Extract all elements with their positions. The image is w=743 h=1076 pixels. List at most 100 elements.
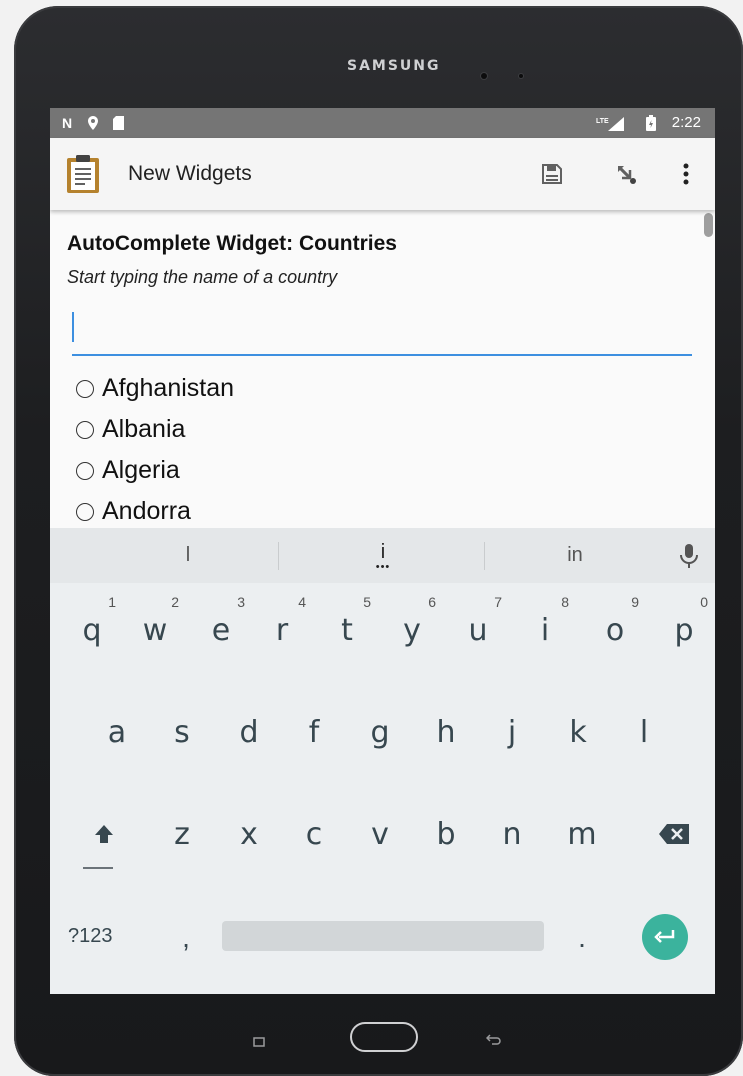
key-u[interactable]: u7 xyxy=(446,594,510,664)
key-a[interactable]: a xyxy=(85,698,149,766)
key-hint: 2 xyxy=(171,594,179,610)
key-hint: 1 xyxy=(108,594,116,610)
key-w[interactable]: w2 xyxy=(123,594,187,664)
question-hint: Start typing the name of a country xyxy=(67,267,338,287)
sd-card-icon xyxy=(112,114,124,132)
key-m[interactable]: m xyxy=(550,800,614,868)
option-label: Afghanistan xyxy=(102,374,235,402)
option-andorra[interactable]: Andorra xyxy=(76,491,234,532)
suggestion-1[interactable]: l xyxy=(108,528,268,583)
recent-apps-icon[interactable] xyxy=(253,1034,265,1047)
text-caret xyxy=(72,312,74,342)
home-button[interactable] xyxy=(350,1022,418,1052)
key-k[interactable]: k xyxy=(546,698,610,766)
question-content: AutoComplete Widget: Countries Start typ… xyxy=(50,210,715,528)
battery-icon xyxy=(646,114,656,132)
key-hint: 4 xyxy=(298,594,306,610)
enter-icon xyxy=(654,930,675,943)
key-o[interactable]: o9 xyxy=(583,594,647,664)
sensor-icon xyxy=(519,74,523,78)
status-bar: N LTE 2:22 xyxy=(50,108,715,138)
option-algeria[interactable]: Algeria xyxy=(76,450,234,491)
more-suggestions-icon: ••• xyxy=(375,561,391,573)
key-f[interactable]: f xyxy=(282,698,346,766)
key-hint: 9 xyxy=(631,594,639,610)
soft-keyboard: l i ••• in q1w2e3r4t5y6u7i8o9p0 asdfghjk… xyxy=(50,528,715,994)
suggestion-3[interactable]: in xyxy=(495,528,655,583)
scrollbar[interactable] xyxy=(704,213,713,237)
radio-button[interactable] xyxy=(76,420,94,439)
app-bar: New Widgets xyxy=(50,138,715,210)
symbols-key[interactable]: ?123 xyxy=(68,902,138,970)
key-label: q xyxy=(82,612,102,648)
key-h[interactable]: h xyxy=(414,698,478,766)
key-y[interactable]: y6 xyxy=(380,594,444,664)
question-title: AutoComplete Widget: Countries xyxy=(67,232,397,255)
key-r[interactable]: r4 xyxy=(250,594,314,664)
key-label: w xyxy=(142,612,168,648)
key-label: r xyxy=(275,612,289,648)
options-list: Afghanistan Albania Algeria Andorra xyxy=(76,368,234,532)
autocomplete-input[interactable] xyxy=(72,308,692,356)
key-i[interactable]: i8 xyxy=(513,594,577,664)
backspace-icon xyxy=(659,824,689,844)
save-button[interactable] xyxy=(536,158,568,190)
key-e[interactable]: e3 xyxy=(189,594,253,664)
key-hint: 7 xyxy=(494,594,502,610)
more-icon xyxy=(683,163,689,185)
shift-key[interactable] xyxy=(76,800,132,868)
save-icon xyxy=(542,164,562,184)
key-x[interactable]: x xyxy=(217,800,281,868)
key-z[interactable]: z xyxy=(150,800,214,868)
n-icon: N xyxy=(62,115,73,131)
suggestion-divider xyxy=(484,542,485,570)
device-screen: N LTE 2:22 New Widgets AutoComplete Widg… xyxy=(50,108,715,994)
key-t[interactable]: t5 xyxy=(315,594,379,664)
backspace-key[interactable] xyxy=(646,800,702,868)
back-icon[interactable] xyxy=(485,1033,502,1045)
camera-icon xyxy=(481,73,487,79)
option-label: Algeria xyxy=(102,456,180,484)
radio-button[interactable] xyxy=(76,502,94,521)
key-q[interactable]: q1 xyxy=(60,594,124,664)
option-afghanistan[interactable]: Afghanistan xyxy=(76,368,234,409)
comma-key[interactable]: , xyxy=(166,902,206,974)
period-key[interactable]: . xyxy=(562,902,602,974)
go-to-icon xyxy=(618,166,636,184)
key-d[interactable]: d xyxy=(217,698,281,766)
key-p[interactable]: p0 xyxy=(652,594,715,664)
key-hint: 5 xyxy=(363,594,371,610)
mic-icon[interactable] xyxy=(678,543,700,569)
status-time: 2:22 xyxy=(671,114,701,131)
key-s[interactable]: s xyxy=(150,698,214,766)
go-to-button[interactable] xyxy=(610,158,642,190)
enter-key[interactable] xyxy=(642,914,688,960)
key-hint: 8 xyxy=(561,594,569,610)
suggestion-2[interactable]: i ••• xyxy=(303,528,463,583)
radio-button[interactable] xyxy=(76,379,94,398)
app-title: New Widgets xyxy=(128,162,252,185)
space-key[interactable] xyxy=(222,921,544,951)
location-icon xyxy=(88,114,98,132)
key-b[interactable]: b xyxy=(414,800,478,868)
radio-button[interactable] xyxy=(76,461,94,480)
key-j[interactable]: j xyxy=(480,698,544,766)
key-n[interactable]: n xyxy=(480,800,544,868)
key-label: p xyxy=(674,612,694,648)
key-c[interactable]: c xyxy=(282,800,346,868)
key-label: e xyxy=(211,612,231,648)
option-albania[interactable]: Albania xyxy=(76,409,234,450)
key-label: u xyxy=(468,612,488,648)
key-hint: 6 xyxy=(428,594,436,610)
shift-icon xyxy=(95,825,113,843)
key-label: t xyxy=(341,612,353,648)
lte-label: LTE xyxy=(596,118,609,125)
lte-signal-icon: LTE xyxy=(596,114,634,132)
option-label: Andorra xyxy=(102,497,191,525)
key-label: y xyxy=(403,612,421,648)
key-g[interactable]: g xyxy=(348,698,412,766)
more-options-button[interactable] xyxy=(670,158,702,190)
key-v[interactable]: v xyxy=(348,800,412,868)
suggestion-divider xyxy=(278,542,279,570)
key-l[interactable]: l xyxy=(612,698,676,766)
